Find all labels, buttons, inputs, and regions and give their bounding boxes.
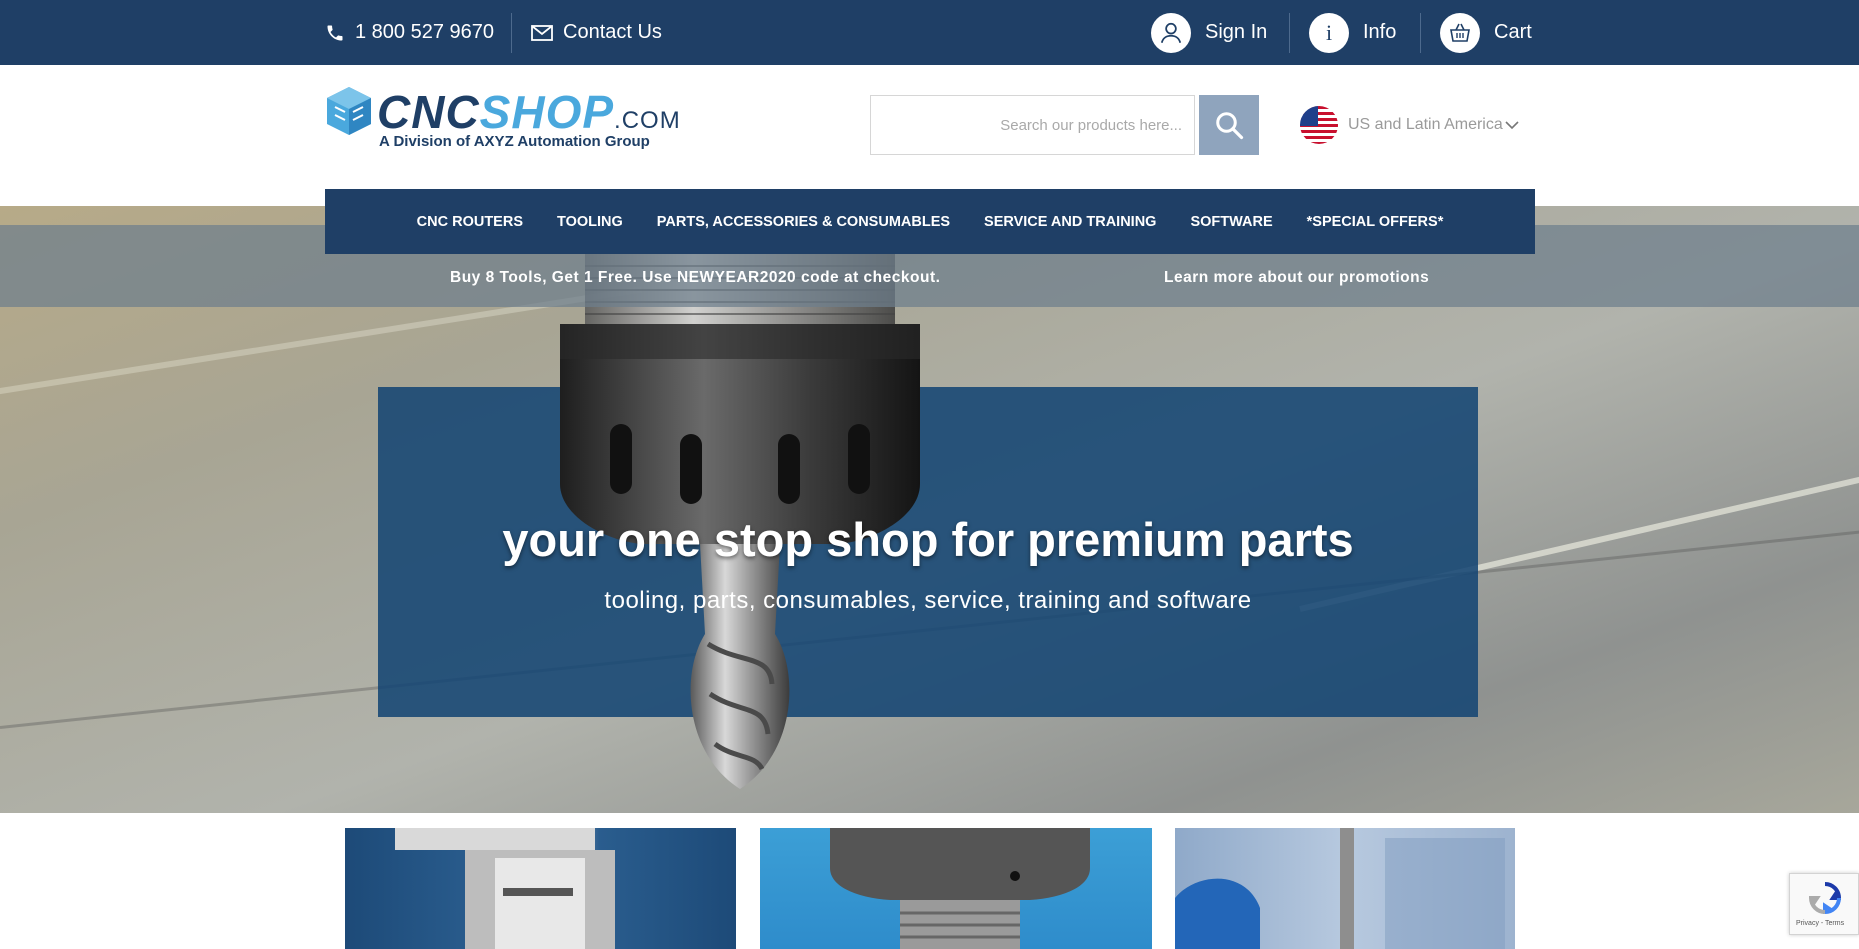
- region-selector[interactable]: US and Latin America: [1300, 103, 1519, 147]
- tool-holder-image: [830, 828, 1090, 949]
- hero-title: your one stop shop for premium parts: [502, 513, 1354, 566]
- search-input[interactable]: Search our products here...: [870, 95, 1195, 155]
- nav-tooling[interactable]: TOOLING: [540, 214, 640, 230]
- sign-in-link[interactable]: Sign In: [1151, 0, 1267, 65]
- category-card-routers[interactable]: [345, 828, 736, 949]
- search-placeholder: Search our products here...: [1000, 116, 1182, 134]
- category-card-tooling[interactable]: [760, 828, 1152, 949]
- recaptcha-privacy-terms[interactable]: Privacy - Terms: [1796, 920, 1844, 927]
- technician-image: [1175, 828, 1505, 949]
- info-icon: i: [1309, 12, 1349, 53]
- main-nav: CNC ROUTERS TOOLING PARTS, ACCESSORIES &…: [325, 189, 1535, 254]
- nav-special-offers[interactable]: *SPECIAL OFFERS*: [1290, 214, 1461, 230]
- divider: [1289, 13, 1290, 53]
- contact-us-link[interactable]: Contact Us: [531, 0, 662, 65]
- phone-link[interactable]: 1 800 527 9670: [325, 0, 494, 65]
- search-button[interactable]: [1199, 95, 1259, 155]
- cube-logo-icon: [327, 87, 371, 135]
- divider: [511, 13, 512, 53]
- phone-icon: [325, 23, 345, 43]
- user-icon: [1151, 12, 1191, 53]
- phone-number: 1 800 527 9670: [355, 21, 495, 43]
- contact-us-label: Contact Us: [563, 21, 662, 43]
- nav-parts-accessories[interactable]: PARTS, ACCESSORIES & CONSUMABLES: [640, 214, 967, 230]
- site-logo[interactable]: CNCSHOP.COM A Division of AXYZ Automatio…: [325, 85, 725, 155]
- logo-tagline: A Division of AXYZ Automation Group: [379, 133, 650, 150]
- logo-cnc: CNC: [377, 86, 480, 138]
- recaptcha-badge[interactable]: Privacy - Terms: [1789, 873, 1859, 935]
- info-link[interactable]: i Info: [1309, 0, 1396, 65]
- nav-cnc-routers[interactable]: CNC ROUTERS: [400, 214, 540, 230]
- us-flag-icon: [1300, 106, 1338, 144]
- top-bar: 1 800 527 9670 Contact Us Sign In i Info…: [0, 0, 1859, 65]
- spindle-image: [395, 828, 615, 949]
- category-card-service[interactable]: [1175, 828, 1515, 949]
- basket-icon: [1440, 12, 1480, 53]
- nav-service-training[interactable]: SERVICE AND TRAINING: [967, 214, 1173, 230]
- promo-message: Buy 8 Tools, Get 1 Free. Use NEWYEAR2020…: [450, 269, 941, 286]
- nav-software[interactable]: SOFTWARE: [1173, 214, 1289, 230]
- region-label: US and Latin America: [1348, 116, 1503, 133]
- logo-com: .COM: [614, 107, 681, 134]
- logo-shop: SHOP: [479, 86, 615, 138]
- cart-label: Cart: [1494, 21, 1532, 43]
- mail-icon: [531, 24, 553, 42]
- divider: [1420, 13, 1421, 53]
- cart-link[interactable]: Cart: [1440, 0, 1532, 65]
- info-label: Info: [1363, 21, 1397, 43]
- hero-subtitle: tooling, parts, consumables, service, tr…: [604, 587, 1252, 614]
- chevron-down-icon: [1505, 120, 1519, 130]
- search-icon: [1216, 112, 1244, 140]
- recaptcha-icon: [1808, 882, 1842, 915]
- promotions-link[interactable]: Learn more about our promotions: [1164, 269, 1429, 287]
- sign-in-label: Sign In: [1205, 21, 1268, 43]
